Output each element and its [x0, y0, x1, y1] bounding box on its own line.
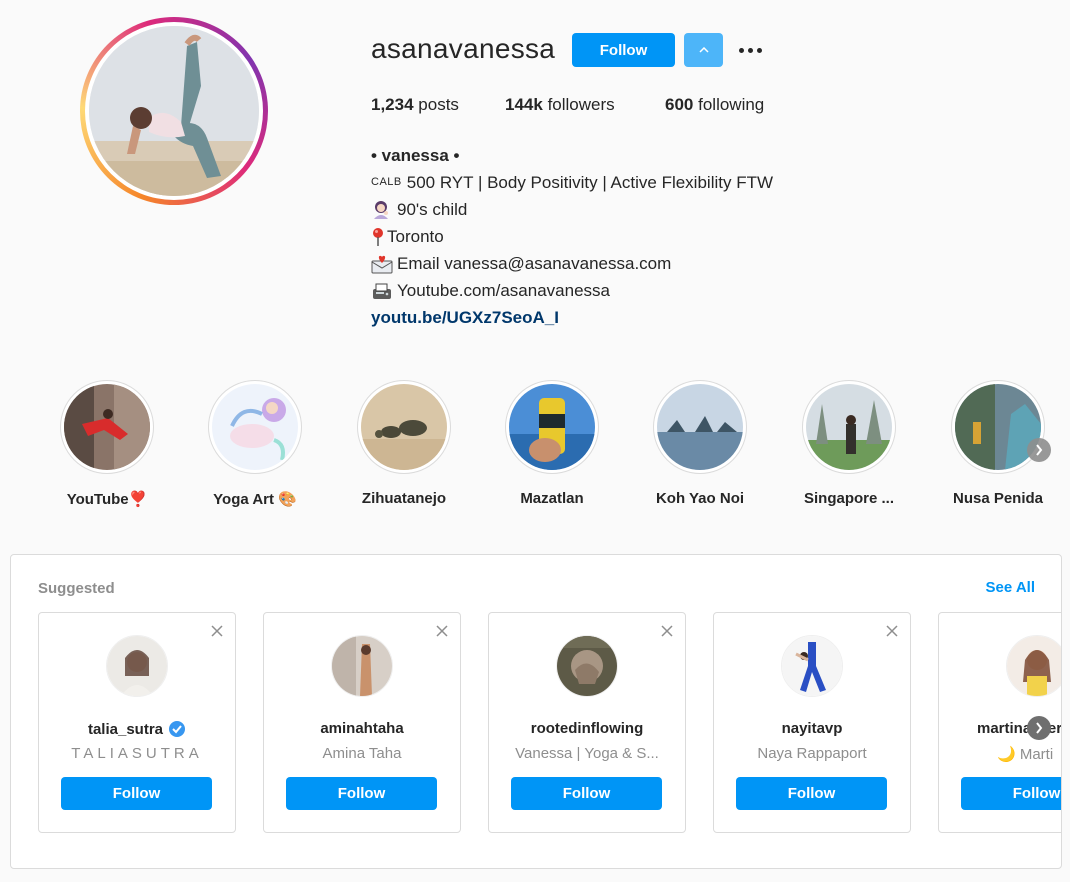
follow-button[interactable]: Follow — [61, 777, 212, 810]
avatar[interactable] — [1006, 635, 1061, 697]
more-options-button[interactable] — [735, 38, 765, 62]
highlight-singapore[interactable]: Singapore ... — [779, 380, 919, 507]
chevron-right-icon — [1036, 444, 1043, 456]
verified-badge-icon — [169, 721, 186, 737]
profile-photo — [89, 26, 259, 196]
suggested-card: nayitavp Naya Rappaport Follow — [713, 612, 911, 833]
suggested-toggle-button[interactable] — [684, 33, 723, 67]
suggested-fullname: Vanessa | Yoga & S... — [515, 745, 659, 762]
following-label: following — [698, 95, 765, 114]
bio-line: Toronto — [371, 223, 773, 250]
highlight-image — [361, 384, 447, 470]
avatar[interactable] — [331, 635, 393, 697]
highlight-label: Nusa Penida — [952, 490, 1044, 507]
avatar[interactable] — [781, 635, 843, 697]
dot-icon — [747, 47, 753, 53]
highlight-label: Singapore ... — [803, 490, 894, 507]
bio-text: Toronto — [387, 227, 444, 246]
highlight-label: Yoga Art 🎨 — [213, 491, 297, 508]
bio-text: 90's child — [397, 200, 468, 219]
dismiss-close-icon[interactable] — [435, 624, 449, 638]
suggested-fullname: TALIASUTRA — [71, 745, 203, 762]
bio-line: CALB 500 RYT | Body Positivity | Active … — [371, 169, 773, 196]
dismiss-close-icon[interactable] — [210, 624, 224, 638]
fax-machine-icon — [371, 281, 397, 301]
suggested-title: Suggested — [38, 580, 115, 597]
highlight-label: Mazatlan — [520, 490, 584, 507]
highlight-image — [509, 384, 595, 470]
handle-text: rootedinflowing — [530, 720, 644, 737]
dismiss-close-icon[interactable] — [660, 624, 674, 638]
bio-line: 90's child — [371, 196, 773, 223]
bio-line: Youtube.com/asanavanessa — [371, 277, 773, 304]
followers-stat[interactable]: 144k followers — [505, 95, 665, 115]
highlight-youtube[interactable]: YouTube❣️ — [37, 380, 177, 508]
envelope-with-heart-icon — [371, 254, 397, 274]
suggested-fullname: Naya Rappaport — [757, 745, 867, 762]
bio-calb: CALB — [371, 176, 402, 188]
highlight-zihuatanejo[interactable]: Zihuatanejo — [334, 380, 474, 507]
suggested-card: talia_sutra TALIASUTRA Follow — [38, 612, 236, 833]
suggested-handle[interactable]: rootedinflowing — [489, 720, 685, 737]
profile-username: asanavanessa — [371, 33, 556, 64]
handle-text: aminahtaha — [320, 720, 404, 737]
suggested-accounts-panel: Suggested See All talia_sutra TALIASUTRA… — [10, 554, 1062, 869]
suggested-card: rootedinflowing Vanessa | Yoga & S... Fo… — [488, 612, 686, 833]
see-all-link[interactable]: See All — [986, 579, 1035, 596]
handle-text: nayitavp — [781, 720, 843, 737]
highlight-image — [64, 384, 150, 470]
follow-button[interactable]: Follow — [286, 777, 437, 810]
chevron-right-icon — [1036, 722, 1043, 734]
profile-stats: 1,234 posts 144k followers 600 following — [371, 95, 764, 115]
highlight-image — [212, 384, 298, 470]
woman-tipping-hand-icon — [371, 200, 397, 220]
highlight-yoga-art[interactable]: Yoga Art 🎨 — [185, 380, 325, 508]
suggested-fullname: 🌙 Marti — [997, 746, 1054, 763]
bio-link[interactable]: youtu.be/UGXz7SeoA_I — [371, 304, 773, 331]
bio-text: 500 RYT | Body Positivity | Active Flexi… — [406, 173, 774, 192]
highlight-label: Zihuatanejo — [361, 490, 447, 507]
following-count: 600 — [665, 95, 694, 114]
story-highlights: YouTube❣️ Yoga Art 🎨 Zihuatanejo Mazatla… — [0, 380, 1070, 520]
followers-label: followers — [547, 95, 615, 114]
profile-bio: • vanessa • CALB 500 RYT | Body Positivi… — [371, 142, 773, 331]
suggested-handle[interactable]: nayitavp — [714, 720, 910, 737]
suggested-next-button[interactable] — [1027, 716, 1051, 740]
handle-text: talia_sutra — [87, 720, 164, 738]
highlight-image — [806, 384, 892, 470]
highlight-image — [955, 384, 1041, 470]
bio-name: • vanessa • — [371, 146, 460, 165]
bio-text: Email vanessa@asanavanessa.com — [397, 254, 672, 273]
follow-button[interactable]: Follow — [736, 777, 887, 810]
bio-line: Email vanessa@asanavanessa.com — [371, 250, 773, 277]
dot-icon — [738, 47, 744, 53]
following-stat[interactable]: 600 following — [665, 95, 764, 115]
posts-stat: 1,234 posts — [371, 95, 505, 115]
bio-text: Youtube.com/asanavanessa — [397, 281, 610, 300]
highlight-mazatlan[interactable]: Mazatlan — [482, 380, 622, 507]
highlights-next-button[interactable] — [1027, 438, 1051, 462]
round-pushpin-icon — [371, 227, 387, 247]
avatar[interactable] — [106, 635, 168, 697]
follow-button[interactable]: Follow — [572, 33, 675, 67]
suggested-handle[interactable]: aminahtaha — [264, 720, 460, 737]
posts-count: 1,234 — [371, 95, 414, 114]
dot-icon — [756, 47, 762, 53]
posts-label: posts — [418, 95, 459, 114]
suggested-handle[interactable]: talia_sutra — [39, 720, 235, 738]
highlight-label: Koh Yao Noi — [655, 490, 745, 507]
follow-button[interactable]: Follow — [961, 777, 1061, 810]
highlight-koh-yao-noi[interactable]: Koh Yao Noi — [630, 380, 770, 507]
dismiss-close-icon[interactable] — [885, 624, 899, 638]
highlight-image — [657, 384, 743, 470]
suggested-card: aminahtaha Amina Taha Follow — [263, 612, 461, 833]
highlight-label: YouTube❣️ — [66, 491, 148, 508]
suggested-fullname: Amina Taha — [322, 745, 402, 762]
follow-button[interactable]: Follow — [511, 777, 662, 810]
avatar[interactable] — [556, 635, 618, 697]
chevron-up-icon — [698, 47, 709, 53]
followers-count: 144k — [505, 95, 543, 114]
profile-avatar[interactable] — [80, 17, 268, 205]
